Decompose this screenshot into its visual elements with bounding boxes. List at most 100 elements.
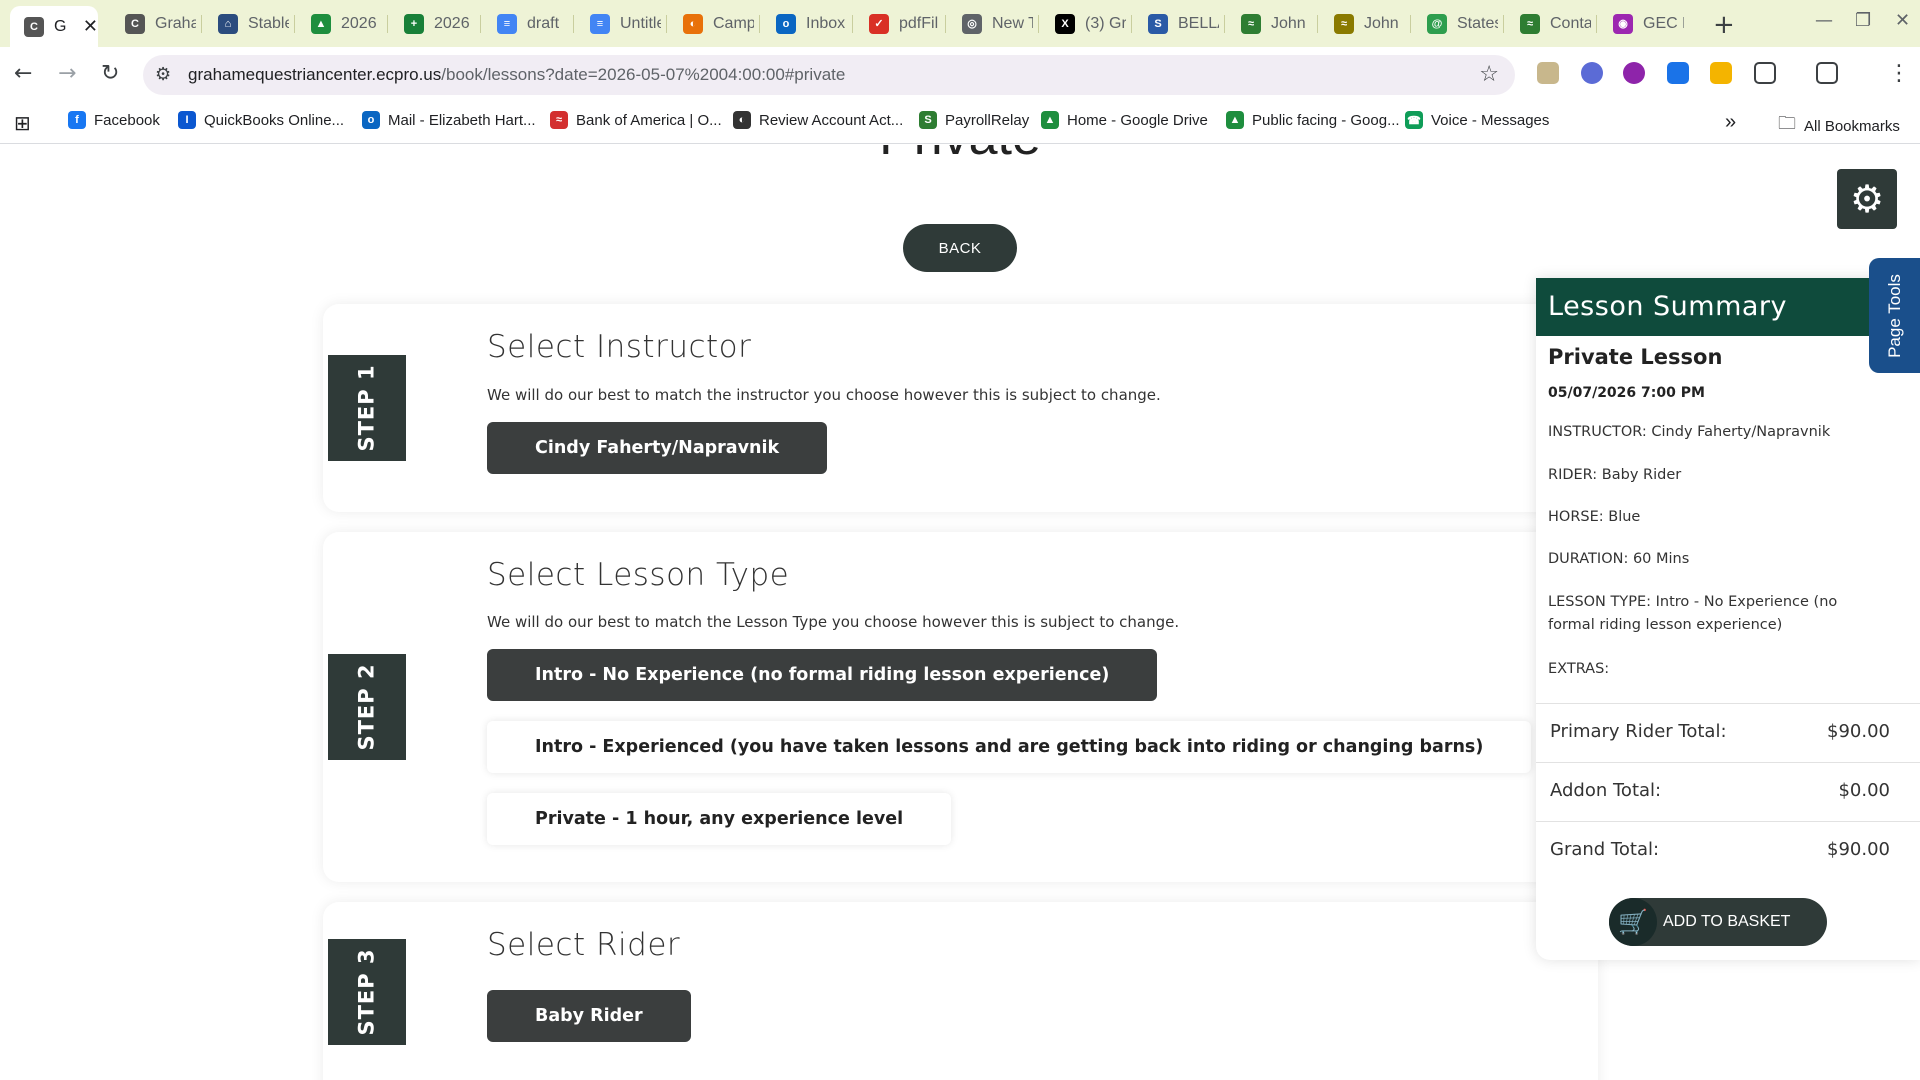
browser-tab[interactable]: o Inbox	[764, 8, 847, 39]
browser-tab[interactable]: X (3) Gr	[1043, 8, 1126, 39]
tab-title: draft	[527, 14, 560, 32]
extension-icon[interactable]	[1537, 62, 1559, 84]
bookmark-item[interactable]: ▲ Public facing - Goog...	[1226, 111, 1400, 129]
browser-tab[interactable]: ◐ Camp	[671, 8, 754, 39]
grand-total-row: Grand Total: $90.00	[1536, 821, 1920, 879]
summary-lesson-type: LESSON TYPE: Intro - No Experience (no f…	[1548, 594, 1838, 633]
bookmark-item[interactable]: o Mail - Elizabeth Hart...	[362, 111, 536, 129]
new-tab-icon[interactable]: +	[1713, 10, 1735, 40]
addon-total-label: Addon Total:	[1550, 780, 1662, 801]
bookmark-favicon-icon: f	[68, 111, 86, 129]
bookmark-item[interactable]: I QuickBooks Online...	[178, 111, 344, 129]
all-bookmarks[interactable]: 🗀 All Bookmarks	[1778, 111, 1900, 141]
primary-rider-total-row: Primary Rider Total: $90.00	[1536, 703, 1920, 761]
page-tools-tab[interactable]: Page Tools	[1869, 258, 1920, 373]
restore-window-icon[interactable]: ❐	[1855, 10, 1871, 31]
tab-title: 2026	[341, 14, 377, 32]
browser-tab[interactable]: ⌂ Stable	[206, 8, 289, 39]
tab-favicon-icon: ≈	[1334, 13, 1354, 34]
step3-card: STEP 3 Select Rider Baby Rider	[323, 902, 1598, 1080]
tab-separator	[573, 15, 574, 33]
minimize-window-icon[interactable]: —	[1815, 10, 1833, 31]
tab-favicon-icon: C	[24, 16, 44, 37]
calculator-extension-icon[interactable]	[1667, 62, 1689, 84]
back-arrow-icon[interactable]: ←	[14, 61, 32, 86]
extension-icon[interactable]	[1710, 62, 1732, 84]
bookmark-favicon-icon: o	[362, 111, 380, 129]
url-text[interactable]: grahamequestriancenter.ecpro.us/book/les…	[188, 65, 845, 85]
bookmark-label: Public facing - Goog...	[1252, 111, 1400, 129]
primary-rider-total-value: $90.00	[1827, 721, 1890, 742]
browser-tab[interactable]: S BELLA	[1136, 8, 1219, 39]
bookmark-item[interactable]: ☎ Voice - Messages	[1405, 111, 1549, 129]
browser-tab[interactable]: ◎ New T	[950, 8, 1033, 39]
bookmark-label: Bank of America | O...	[576, 111, 722, 129]
bookmark-favicon-icon: ◐	[733, 111, 751, 129]
browser-tab[interactable]: ≡ Untitle	[578, 8, 661, 39]
browser-tab[interactable]: ≈ John	[1229, 8, 1312, 39]
browser-tab[interactable]: +2026 (	[392, 8, 475, 39]
apps-grid-icon[interactable]: ⊞	[14, 111, 31, 136]
tab-title: G	[54, 17, 67, 35]
bookmark-label: QuickBooks Online...	[204, 111, 345, 129]
extension-icon[interactable]	[1623, 62, 1645, 84]
tab-favicon-icon: ≈	[1241, 13, 1261, 34]
bookmark-item[interactable]: ◐ Review Account Act...	[733, 111, 903, 129]
browser-tab[interactable]: ≡ draft	[485, 8, 568, 39]
browser-tab[interactable]: C Graha	[113, 8, 196, 39]
bookmark-item[interactable]: ≈ Bank of America | O...	[550, 111, 722, 129]
browser-tab[interactable]: C G ✕	[10, 6, 98, 47]
tab-separator	[1038, 15, 1039, 33]
step2-tag: STEP 2	[328, 654, 406, 760]
tab-title: GEC E	[1643, 14, 1684, 32]
bookmark-favicon-icon: I	[178, 111, 196, 129]
browser-tab[interactable]: ◉ GEC E	[1601, 8, 1684, 39]
browser-tab[interactable]: ▲ 2026	[299, 8, 382, 39]
tab-separator	[759, 15, 760, 33]
step1-subtitle: We will do our best to match the instruc…	[487, 386, 1161, 404]
tab-close-icon[interactable]: ✕	[83, 16, 98, 37]
bookmark-item[interactable]: S PayrollRelay	[919, 111, 1029, 129]
summary-instructor: INSTRUCTOR: Cindy Faherty/Napravnik	[1548, 424, 1831, 440]
browser-tab[interactable]: ✓ pdfFil	[857, 8, 940, 39]
extension-icon[interactable]	[1581, 62, 1603, 84]
browser-tab[interactable]: ≈ John	[1322, 8, 1405, 39]
add-to-basket-button[interactable]: 🛒 ADD TO BASKET	[1609, 898, 1827, 946]
bookmark-label: Home - Google Drive	[1067, 111, 1208, 129]
forward-arrow-icon[interactable]: →	[58, 61, 76, 86]
bookmark-item[interactable]: f Facebook	[68, 111, 160, 129]
browser-menu-icon[interactable]: ⋮	[1888, 61, 1910, 86]
lesson-type-option[interactable]: Intro - Experienced (you have taken less…	[487, 721, 1532, 773]
rider-option[interactable]: Baby Rider	[487, 990, 691, 1042]
tab-title: BELLA	[1178, 14, 1219, 32]
tab-favicon-icon: C	[125, 13, 145, 34]
address-bar[interactable]: ⚙ grahamequestriancenter.ecpro.us/book/l…	[143, 55, 1515, 95]
site-info-icon[interactable]: ⚙	[155, 64, 171, 85]
tab-favicon-icon: +	[404, 13, 424, 34]
more-bookmarks-chevron-icon[interactable]: »	[1725, 111, 1736, 134]
browser-tab[interactable]: ≈ Conta	[1508, 8, 1591, 39]
bookmark-label: PayrollRelay	[945, 111, 1030, 129]
browser-tab[interactable]: @ States	[1415, 8, 1498, 39]
tab-separator	[1596, 15, 1597, 33]
grand-total-label: Grand Total:	[1550, 839, 1660, 860]
reload-icon[interactable]: ↻	[101, 61, 119, 86]
add-to-basket-label: ADD TO BASKET	[1663, 913, 1791, 930]
tab-favicon-icon: @	[1427, 13, 1447, 34]
tab-favicon-icon: o	[776, 13, 796, 34]
settings-gears-icon[interactable]: ⚙	[1837, 169, 1897, 229]
lesson-summary-header: Lesson Summary	[1536, 278, 1920, 336]
lesson-type-option[interactable]: Intro - No Experience (no formal riding …	[487, 649, 1158, 701]
back-button[interactable]: BACK	[903, 224, 1017, 272]
tab-favicon-icon: ≡	[590, 13, 610, 34]
instructor-option[interactable]: Cindy Faherty/Napravnik	[487, 422, 828, 474]
url-path: /book/lessons?date=2026-05-07%2004:00:00…	[441, 65, 846, 84]
bookmark-star-icon[interactable]: ☆	[1479, 62, 1499, 87]
side-panel-icon[interactable]	[1816, 62, 1838, 84]
tab-title: New T	[992, 14, 1033, 32]
bookmark-item[interactable]: ▲ Home - Google Drive	[1041, 111, 1208, 129]
extensions-puzzle-icon[interactable]	[1754, 62, 1776, 84]
close-window-icon[interactable]: ✕	[1895, 10, 1910, 31]
tab-favicon-icon: S	[1148, 13, 1168, 34]
lesson-type-option[interactable]: Private - 1 hour, any experience level	[487, 793, 952, 845]
